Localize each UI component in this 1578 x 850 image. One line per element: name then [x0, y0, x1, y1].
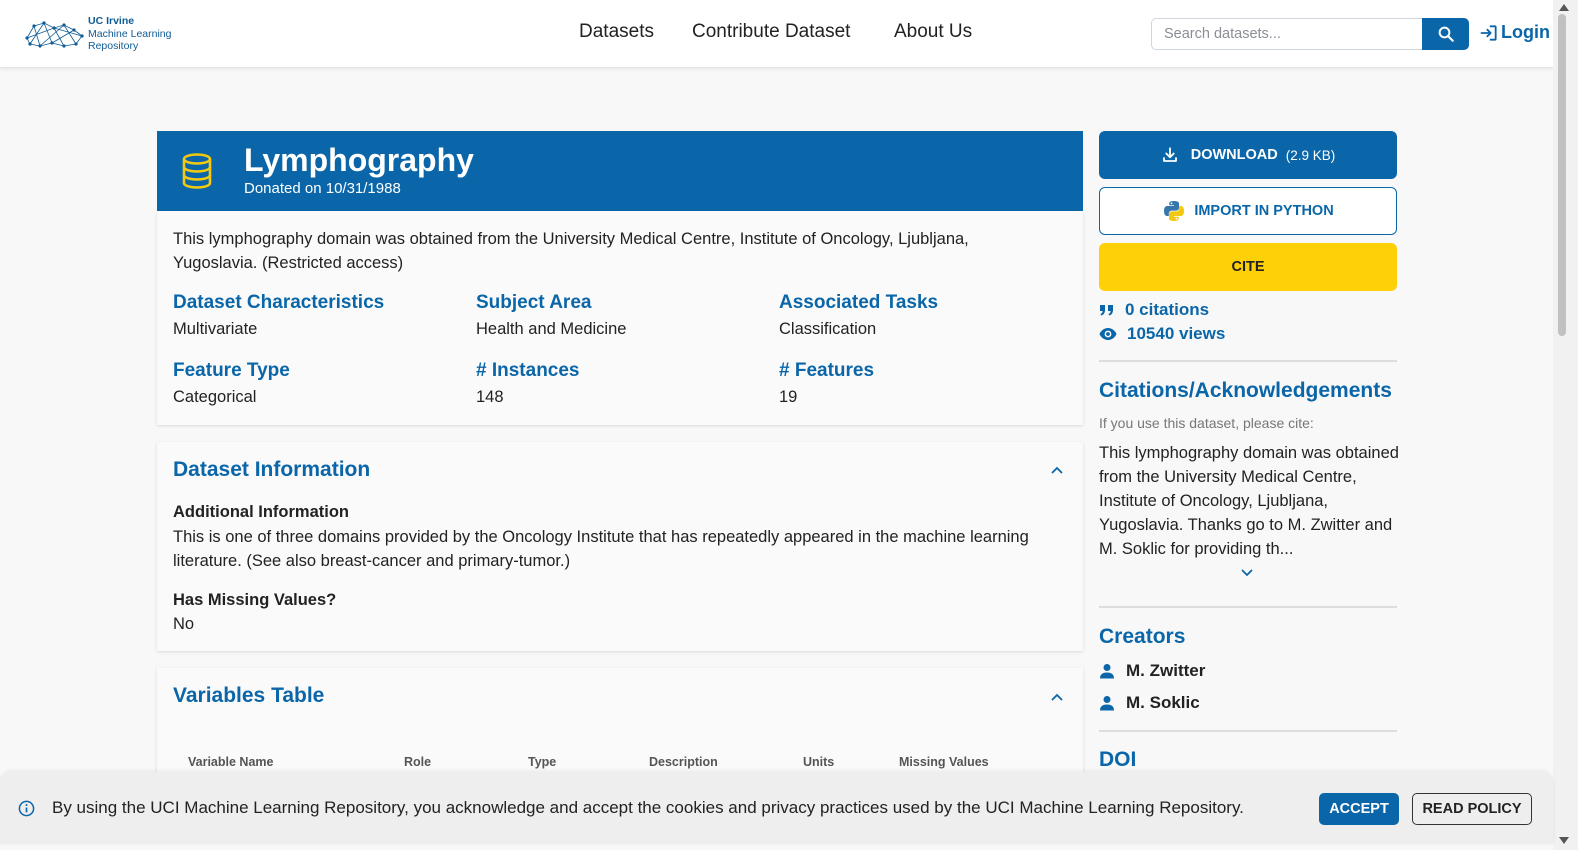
- eye-icon: [1099, 328, 1117, 340]
- uci-logo[interactable]: UC Irvine Machine Learning Repository: [24, 12, 184, 56]
- cite-label: CITE: [1231, 259, 1265, 275]
- creator-name: M. Soklic: [1126, 693, 1200, 712]
- citations-label: 0 citations: [1125, 300, 1210, 319]
- download-size: (2.9 KB): [1285, 147, 1336, 163]
- property-label: Dataset Characteristics: [173, 292, 385, 313]
- doi-title: DOI: [1099, 748, 1137, 771]
- logo-text: UC Irvine Machine Learning Repository: [88, 15, 171, 53]
- property-instances: # Instances 148: [476, 359, 766, 409]
- login-button[interactable]: Login: [1479, 22, 1550, 43]
- dataset-information-panel: Dataset Information Additional Informati…: [157, 442, 1083, 651]
- creator-item: M. Zwitter: [1099, 661, 1205, 681]
- search-icon: [1438, 26, 1454, 42]
- column-header-role[interactable]: Role: [404, 755, 431, 769]
- column-header-variable-name[interactable]: Variable Name: [188, 755, 273, 769]
- cookie-message: By using the UCI Machine Learning Reposi…: [52, 798, 1244, 817]
- cite-hint: If you use this dataset, please cite:: [1099, 415, 1314, 431]
- property-label: Associated Tasks: [779, 292, 939, 313]
- sidebar-divider: [1099, 606, 1397, 608]
- additional-information-label: Additional Information: [173, 503, 349, 521]
- person-icon: [1100, 664, 1114, 679]
- property-feature-type: Feature Type Categorical: [173, 359, 463, 409]
- citations-title: Citations/Acknowledgements: [1099, 379, 1392, 402]
- property-value: Multivariate: [173, 320, 258, 338]
- dataset-description: This lymphography domain was obtained fr…: [173, 230, 969, 272]
- views-label: 10540 views: [1127, 324, 1226, 343]
- chevron-up-icon[interactable]: [1051, 466, 1063, 474]
- panel-title: Variables Table: [173, 684, 325, 707]
- column-header-units[interactable]: Units: [803, 755, 834, 769]
- page-scrollbar[interactable]: [1553, 0, 1578, 850]
- property-dataset-characteristics: Dataset Characteristics Multivariate: [173, 291, 463, 341]
- info-icon: [18, 800, 35, 817]
- login-label: Login: [1501, 22, 1550, 42]
- python-icon: [1164, 201, 1185, 221]
- missing-values-value: No: [173, 615, 195, 633]
- logo-line: Repository: [88, 40, 139, 53]
- quote-icon: [1100, 305, 1113, 316]
- property-value: Health and Medicine: [476, 320, 627, 338]
- property-label: Subject Area: [476, 292, 592, 313]
- dataset-header: Lymphography Donated on 10/31/1988: [157, 131, 1083, 211]
- read-policy-button[interactable]: READ POLICY: [1412, 793, 1532, 825]
- nav-datasets[interactable]: Datasets: [579, 21, 654, 43]
- column-header-missing-values[interactable]: Missing Values: [899, 755, 989, 769]
- logo-line: UC Irvine: [88, 15, 135, 28]
- views-count: 10540 views: [1099, 324, 1225, 344]
- sidebar-divider: [1099, 730, 1397, 732]
- property-value: Categorical: [173, 388, 257, 406]
- property-subject-area: Subject Area Health and Medicine: [476, 291, 766, 341]
- sidebar-divider: [1099, 360, 1397, 362]
- network-logo-icon: [25, 21, 84, 48]
- person-icon: [1100, 696, 1114, 711]
- donated-date: Donated on 10/31/1988: [244, 180, 401, 197]
- login-icon: [1480, 24, 1497, 41]
- property-label: # Instances: [476, 360, 580, 381]
- download-button[interactable]: DOWNLOAD (2.9 KB): [1099, 131, 1397, 179]
- nav-about-us[interactable]: About Us: [894, 21, 972, 43]
- top-navbar: UC Irvine Machine Learning Repository Da…: [0, 0, 1553, 68]
- logo-line: Machine Learning: [88, 27, 172, 40]
- citations-count[interactable]: 0 citations: [1099, 300, 1209, 320]
- import-in-python-button[interactable]: IMPORT IN PYTHON: [1099, 187, 1397, 235]
- property-label: Feature Type: [173, 360, 290, 381]
- creators-title: Creators: [1099, 625, 1186, 648]
- property-value: 148: [476, 388, 504, 406]
- property-features: # Features 19: [779, 359, 1069, 409]
- additional-information-text: This is one of three domains provided by…: [173, 528, 1029, 570]
- dataset-title: Lymphography: [244, 142, 474, 178]
- nav-contribute-dataset[interactable]: Contribute Dataset: [692, 21, 850, 43]
- search-button[interactable]: [1422, 18, 1469, 50]
- chevron-up-icon[interactable]: [1051, 693, 1063, 701]
- property-associated-tasks: Associated Tasks Classification: [779, 291, 1069, 341]
- cookie-banner: By using the UCI Machine Learning Reposi…: [0, 772, 1553, 844]
- accept-button[interactable]: ACCEPT: [1319, 793, 1399, 825]
- property-label: # Features: [779, 360, 875, 381]
- search-bar: [1151, 18, 1469, 50]
- scroll-thumb[interactable]: [1558, 14, 1566, 336]
- dataset-overview: This lymphography domain was obtained fr…: [157, 211, 1083, 425]
- database-icon: [182, 153, 212, 189]
- download-label: DOWNLOAD: [1190, 147, 1278, 163]
- scroll-up-arrow-icon[interactable]: [1559, 4, 1569, 11]
- property-value: 19: [779, 388, 798, 406]
- creator-name: M. Zwitter: [1126, 661, 1206, 680]
- citation-text: This lymphography domain was obtained fr…: [1099, 444, 1399, 558]
- column-header-type[interactable]: Type: [528, 755, 556, 769]
- creator-item: M. Soklic: [1099, 693, 1200, 713]
- download-icon: [1162, 147, 1177, 162]
- scroll-down-arrow-icon[interactable]: [1559, 837, 1569, 844]
- column-header-description[interactable]: Description: [649, 755, 718, 769]
- search-input[interactable]: [1151, 18, 1422, 50]
- variables-table-panel: Variables Table Variable Name Role Type …: [157, 668, 1083, 788]
- missing-values-label: Has Missing Values?: [173, 591, 337, 609]
- chevron-down-icon[interactable]: [1241, 569, 1253, 577]
- cite-button[interactable]: CITE: [1099, 243, 1397, 291]
- panel-title: Dataset Information: [173, 458, 371, 481]
- import-in-python-label: IMPORT IN PYTHON: [1194, 203, 1334, 219]
- property-value: Classification: [779, 320, 877, 338]
